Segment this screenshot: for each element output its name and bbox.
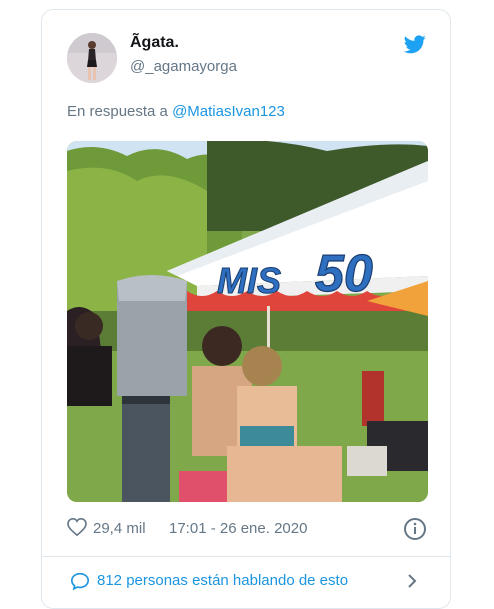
banner-text-50: 50 (315, 245, 373, 303)
like-count[interactable]: 29,4 mil (93, 520, 146, 537)
reply-context: En respuesta a @MatiasIvan123 (67, 103, 285, 120)
info-icon[interactable] (403, 517, 427, 545)
chevron-right-icon[interactable] (405, 572, 419, 594)
tweet-photo[interactable]: MIS 50 (67, 141, 428, 502)
divider (41, 556, 451, 557)
banner-text-mis: MIS (217, 260, 281, 301)
timestamp[interactable]: 17:01 - 26 ene. 2020 (169, 520, 307, 537)
conversation-text[interactable]: 812 personas están hablando de esto (97, 572, 348, 589)
twitter-bird-icon[interactable] (403, 35, 426, 59)
conversation-link[interactable]: 812 personas están hablando de esto (67, 571, 428, 591)
avatar[interactable] (67, 33, 117, 83)
heart-icon[interactable] (67, 517, 87, 540)
user-handle[interactable]: @_agamayorga (130, 58, 237, 75)
display-name[interactable]: Ãgata. (130, 34, 179, 52)
tweet-meta: 29,4 mil 17:01 - 26 ene. 2020 (67, 517, 428, 541)
reply-prefix: En respuesta a (67, 103, 173, 120)
speech-bubble-icon (70, 572, 90, 594)
reply-mention-link[interactable]: @MatiasIvan123 (172, 103, 285, 120)
